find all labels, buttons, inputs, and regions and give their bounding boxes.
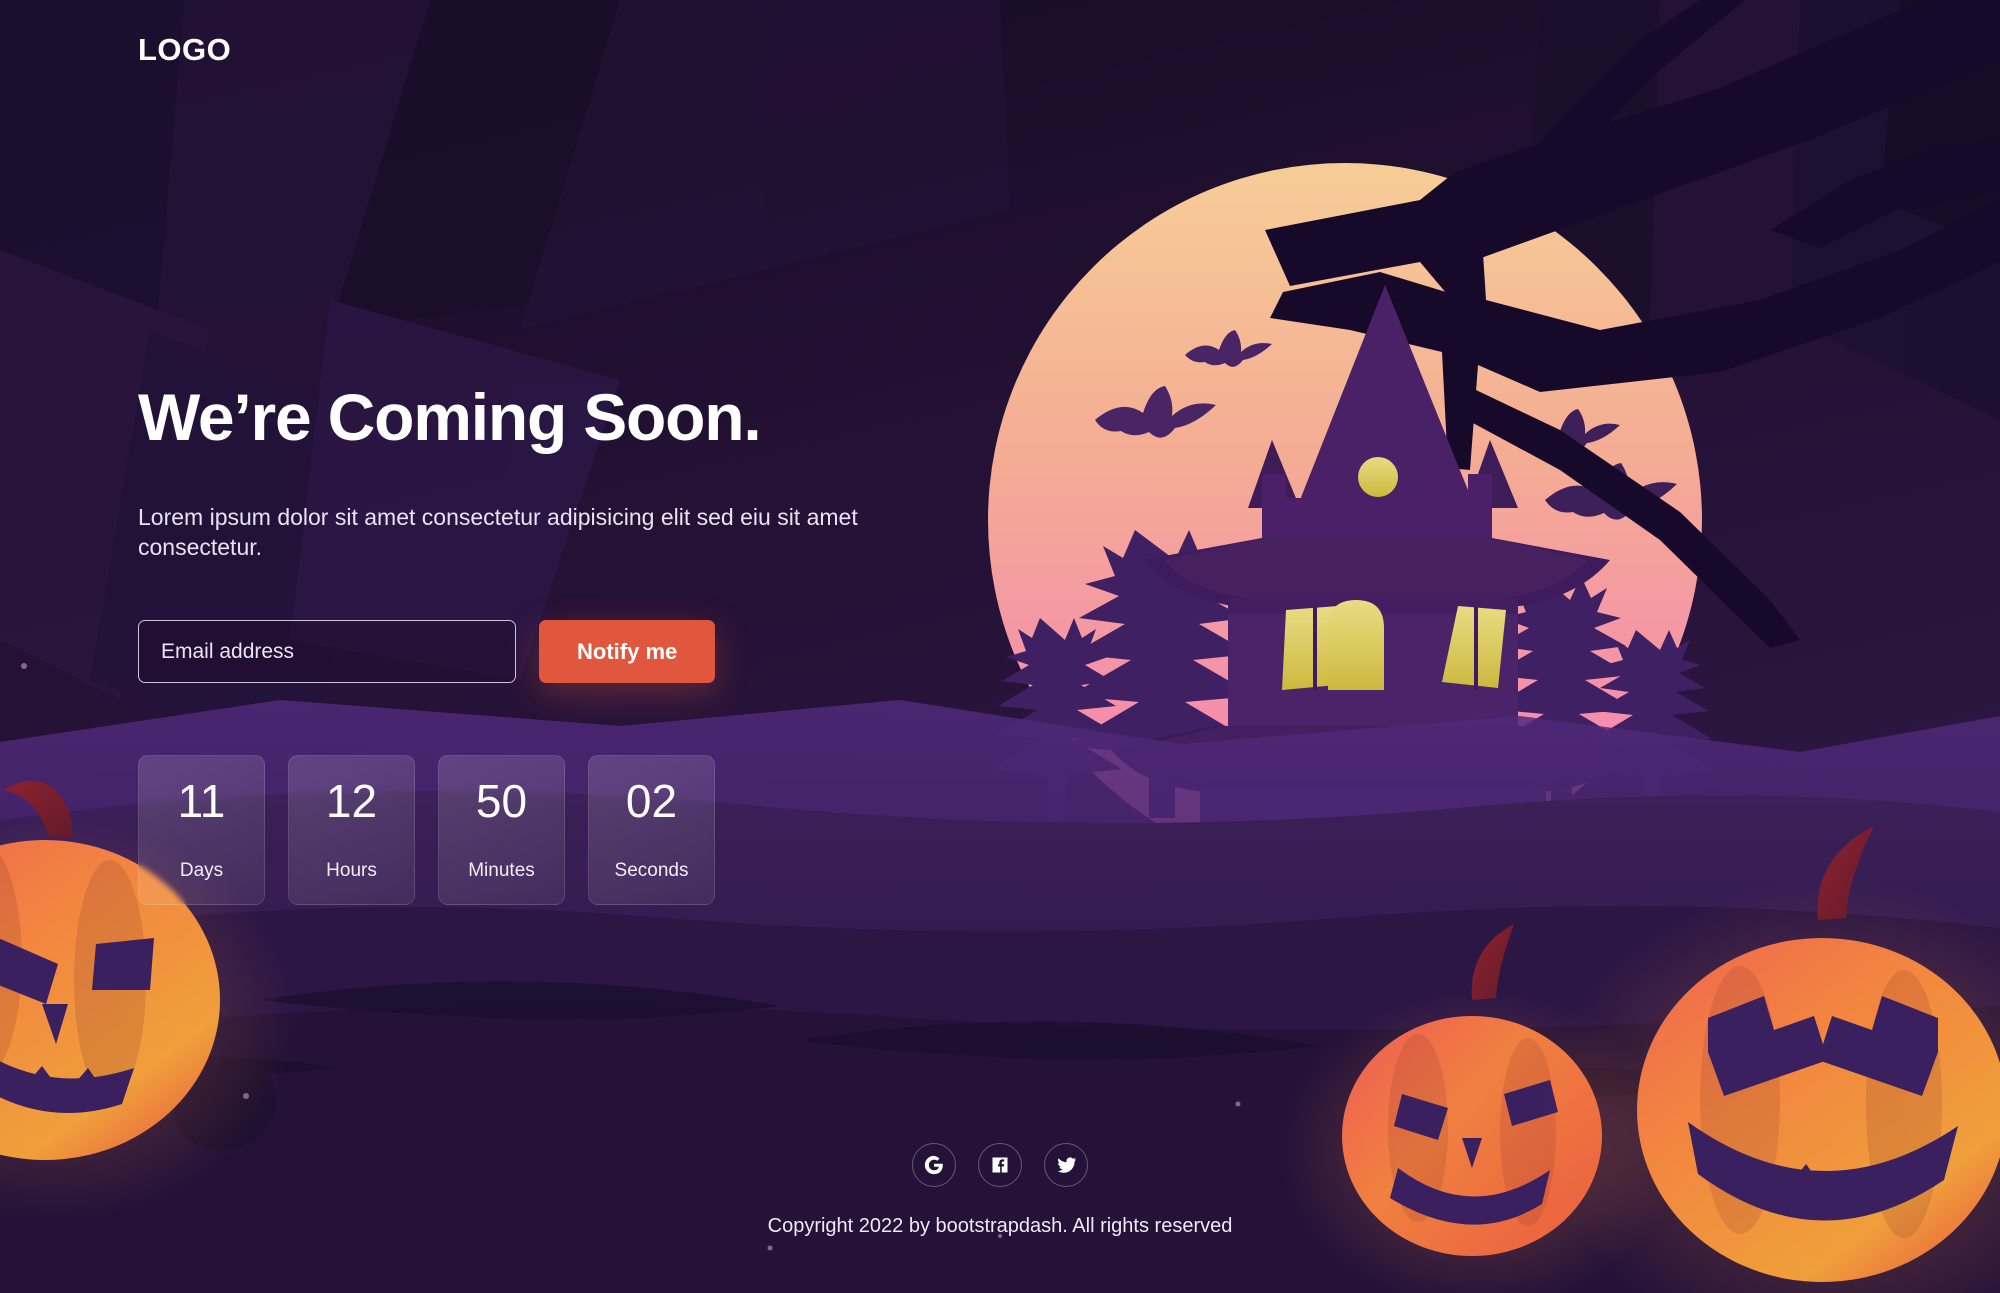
hero-subtitle: Lorem ipsum dolor sit amet consectetur a… bbox=[138, 504, 858, 561]
twitter-icon[interactable] bbox=[1044, 1143, 1088, 1187]
social-links bbox=[912, 1143, 1088, 1187]
countdown-minutes-value: 50 bbox=[475, 775, 528, 827]
countdown-unit-hours: 12 Hours bbox=[288, 755, 415, 905]
copyright-text: Copyright 2022 by bootstrapdash. All rig… bbox=[767, 1215, 1233, 1237]
countdown-days-value: 11 bbox=[177, 775, 226, 827]
countdown-seconds-value: 02 bbox=[625, 775, 678, 827]
notify-me-button[interactable]: Notify me bbox=[539, 620, 716, 683]
countdown-days-label: Days bbox=[179, 860, 224, 881]
countdown-unit-seconds: 02 Seconds bbox=[588, 755, 715, 905]
countdown-minutes-label: Minutes bbox=[468, 860, 535, 881]
page-content: LOGO We’re Coming Soon. Lorem ipsum dolo… bbox=[0, 0, 2000, 1293]
countdown-hours-label: Hours bbox=[326, 860, 377, 881]
email-input[interactable] bbox=[138, 620, 516, 683]
countdown-unit-minutes: 50 Minutes bbox=[438, 755, 565, 905]
facebook-icon[interactable] bbox=[978, 1143, 1022, 1187]
countdown-timer: 11 Days 12 Hours 50 Minutes 02 Seconds bbox=[138, 755, 715, 905]
page-title: We’re Coming Soon. bbox=[138, 380, 762, 454]
signup-form: Notify me bbox=[138, 620, 716, 683]
logo[interactable]: LOGO bbox=[138, 32, 231, 68]
google-icon[interactable] bbox=[912, 1143, 956, 1187]
countdown-hours-value: 12 bbox=[325, 775, 378, 827]
countdown-unit-days: 11 Days bbox=[138, 755, 265, 905]
footer: Copyright 2022 by bootstrapdash. All rig… bbox=[0, 1143, 2000, 1238]
countdown-seconds-label: Seconds bbox=[614, 860, 689, 881]
